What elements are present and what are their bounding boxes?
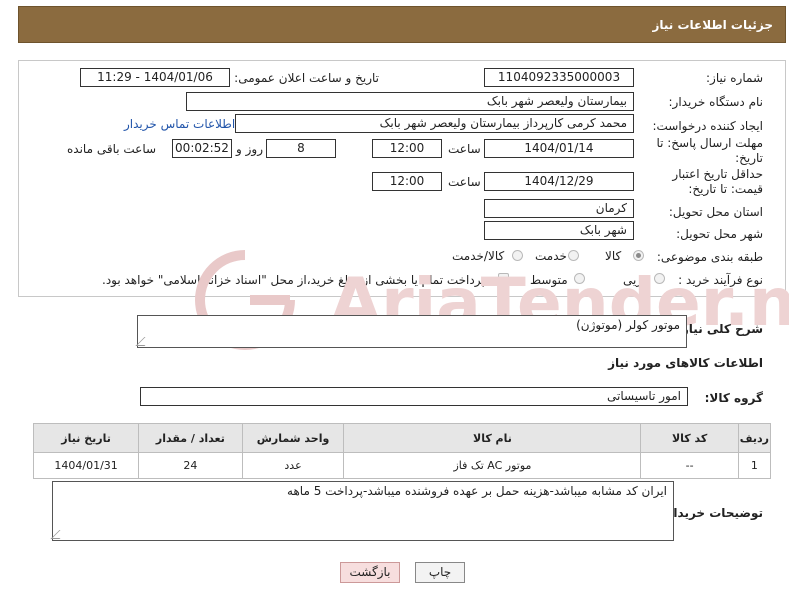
col-code-header: کد کالا	[640, 423, 739, 453]
category-goods-service-label: کالا/خدمت	[452, 249, 505, 263]
purchase-medium-radio[interactable]	[574, 273, 585, 284]
print-button[interactable]: چاپ	[415, 562, 465, 583]
resize-handle-icon[interactable]	[50, 530, 69, 539]
back-button[interactable]: بازگشت	[340, 562, 400, 583]
resize-handle-icon[interactable]	[135, 337, 154, 346]
table-row: 1 -- موتور AC تک فاز عدد 24 1404/01/31	[32, 452, 772, 479]
purchase-minor-radio[interactable]	[654, 273, 665, 284]
category-label: طبقه بندی موضوعی:	[656, 250, 763, 264]
col-name-header: نام کالا	[343, 423, 642, 453]
requester-label: ایجاد کننده درخواست:	[652, 119, 763, 133]
goods-section-title: اطلاعات کالاهای مورد نیاز	[608, 356, 763, 370]
goods-group-label: گروه کالا:	[704, 391, 763, 405]
cell-row: 1	[737, 452, 772, 479]
remaining-days-field: 8	[266, 139, 336, 158]
category-goods-radio[interactable]	[633, 250, 644, 261]
category-goods-service-radio[interactable]	[512, 250, 523, 261]
col-quantity-header: تعداد / مقدار	[138, 423, 243, 453]
cell-code: --	[640, 452, 739, 479]
purchase-type-label: نوع فرآیند خرید :	[678, 273, 763, 287]
announce-datetime-field: 1404/01/06 - 11:29	[80, 68, 230, 87]
buyer-contact-link[interactable]: اطلاعات تماس خریدار	[124, 117, 235, 131]
summary-label: شرح کلی نیاز:	[677, 322, 763, 336]
goods-table: ردیف کد کالا نام کالا واحد شمارش تعداد /…	[32, 423, 772, 479]
col-row-header: ردیف	[737, 423, 772, 453]
purchase-minor-label: جزیی	[623, 273, 651, 287]
buyer-notes-textarea: ایران کد مشابه میباشد-هزینه حمل بر عهده …	[50, 481, 674, 541]
province-label: استان محل تحویل:	[668, 205, 763, 219]
summary-text: موتور کولر (موتوژن)	[576, 318, 680, 332]
goods-group-field: امور تاسیساتی	[140, 387, 688, 406]
col-date-header: تاریخ نیاز	[32, 423, 140, 453]
price-validity-label: حداقل تاریخ اعتبار قیمت: تا تاریخ:	[672, 167, 763, 196]
buyer-notes-text: ایران کد مشابه میباشد-هزینه حمل بر عهده …	[287, 484, 667, 498]
cell-unit: عدد	[241, 452, 345, 479]
requester-field: محمد کرمی کارپرداز بیمارستان ولیعصر شهر …	[235, 114, 634, 133]
remaining-time-field: 00:02:52	[172, 139, 232, 158]
days-label: روز و	[236, 142, 263, 156]
city-label: شهر محل تحویل:	[676, 227, 763, 241]
price-validity-date-field: 1404/12/29	[484, 172, 634, 191]
category-goods-label: کالا	[605, 249, 622, 263]
price-validity-time-field: 12:00	[372, 172, 442, 191]
province-field: کرمان	[484, 199, 634, 218]
purchase-medium-label: متوسط	[530, 273, 568, 287]
response-time-label: ساعت	[448, 142, 481, 156]
need-number-field: 1104092335000003	[484, 68, 634, 87]
price-validity-time-label: ساعت	[448, 175, 481, 189]
response-deadline-label: مهلت ارسال پاسخ: تا تاریخ:	[656, 136, 763, 165]
category-service-label: خدمت	[535, 249, 567, 263]
cell-name: موتور AC تک فاز	[343, 452, 642, 479]
treasury-payment-note: پرداخت تمام یا بخشی از مبلغ خرید،از محل …	[102, 273, 485, 287]
page-header: جزئیات اطلاعات نیاز	[18, 6, 786, 43]
page-title: جزئیات اطلاعات نیاز	[652, 18, 773, 32]
col-unit-header: واحد شمارش	[241, 423, 345, 453]
response-time-field: 12:00	[372, 139, 442, 158]
cell-quantity: 24	[138, 452, 243, 479]
buyer-org-label: نام دستگاه خریدار:	[668, 95, 764, 109]
announce-datetime-label: تاریخ و ساعت اعلان عمومی:	[234, 71, 379, 85]
category-service-radio[interactable]	[568, 250, 579, 261]
buyer-org-field: بیمارستان ولیعصر شهر بابک	[186, 92, 634, 111]
response-date-field: 1404/01/14	[484, 139, 634, 158]
summary-textarea: موتور کولر (موتوژن)	[135, 315, 687, 348]
treasury-payment-checkbox[interactable]	[498, 273, 509, 284]
need-number-label: شماره نیاز:	[706, 71, 763, 85]
cell-date: 1404/01/31	[32, 452, 140, 479]
buyer-notes-label: توضیحات خریدار:	[661, 506, 763, 520]
remaining-time-label: ساعت باقی مانده	[67, 142, 157, 156]
city-field: شهر بابک	[484, 221, 634, 240]
goods-table-header: ردیف کد کالا نام کالا واحد شمارش تعداد /…	[32, 423, 772, 453]
